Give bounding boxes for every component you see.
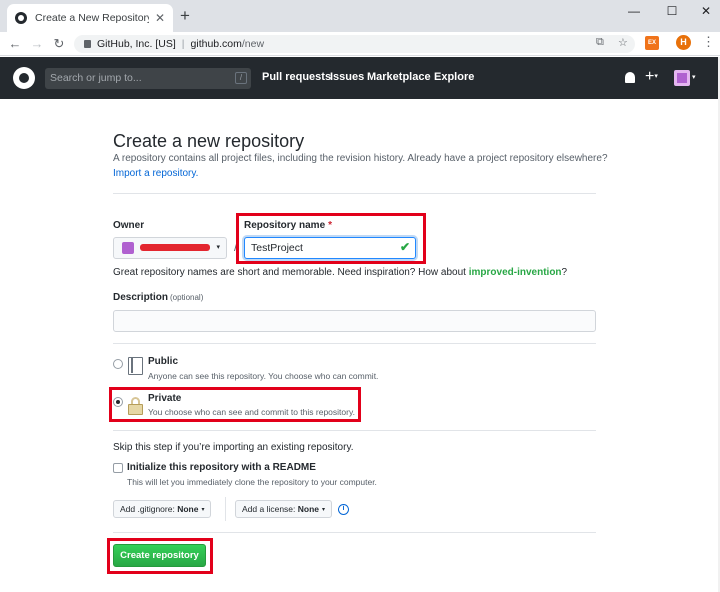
maximize-button[interactable]: ☐	[660, 4, 684, 18]
import-repository-link[interactable]: Import a repository.	[113, 168, 198, 179]
highlight-repo-name	[236, 213, 426, 264]
search-input[interactable]: Search or jump to... /	[45, 68, 251, 89]
import-line: Import a repository.	[113, 168, 198, 179]
tab-close-icon[interactable]: ✕	[155, 11, 165, 25]
browser-tab[interactable]: Create a New Repository ✕	[7, 4, 173, 32]
license-value: None	[297, 504, 320, 514]
github-logo-icon[interactable]	[13, 67, 35, 89]
description-input[interactable]	[113, 310, 596, 332]
license-dropdown[interactable]: Add a license: None ▾	[235, 500, 333, 518]
dropdown-separator	[225, 497, 226, 521]
new-tab-button[interactable]: +	[180, 7, 190, 24]
owner-avatar	[122, 242, 134, 254]
divider	[113, 430, 596, 431]
skip-note: Skip this step if you’re importing an ex…	[113, 442, 354, 453]
readme-label[interactable]: Initialize this repository with a README	[127, 462, 316, 473]
nav-issues[interactable]: Issues	[330, 71, 364, 83]
public-option-title: Public	[148, 356, 179, 367]
gitignore-value: None	[177, 504, 199, 514]
address-path: /new	[241, 38, 265, 50]
github-favicon-icon	[15, 12, 27, 24]
translate-icon[interactable]: ⧉	[596, 36, 604, 49]
owner-name: redacted	[140, 244, 210, 251]
nav-pull-requests[interactable]: Pull requests	[262, 71, 331, 83]
user-avatar[interactable]	[674, 70, 690, 86]
back-button[interactable]: ←	[6, 35, 24, 52]
name-hint: Great repository names are short and mem…	[113, 267, 567, 278]
owner-select[interactable]: redacted ▾	[113, 237, 227, 259]
chevron-down-icon: ▾	[654, 73, 658, 80]
readme-desc: This will let you immediately clone the …	[127, 477, 377, 487]
close-window-button[interactable]: ✕	[694, 4, 718, 18]
public-radio[interactable]	[113, 359, 123, 369]
suggested-name-link[interactable]: improved-invention	[469, 267, 562, 278]
public-option-desc: Anyone can see this repository. You choo…	[148, 371, 379, 381]
menu-icon[interactable]: ⋮	[702, 34, 715, 50]
profile-avatar[interactable]: H	[676, 35, 691, 50]
divider	[113, 193, 596, 194]
address-host: github.com	[190, 38, 242, 50]
book-icon	[128, 357, 143, 375]
chevron-down-icon: ▾	[201, 507, 205, 513]
page-subhead: A repository contains all project files,…	[113, 153, 608, 164]
chevron-down-icon: ▾	[216, 244, 220, 251]
readme-checkbox[interactable]	[113, 463, 123, 473]
hint-suffix: ?	[561, 267, 568, 278]
nav-explore[interactable]: Explore	[434, 71, 474, 83]
highlight-create-button	[107, 538, 213, 574]
divider	[113, 532, 596, 533]
hint-text: Great repository names are short and mem…	[113, 267, 469, 278]
star-icon[interactable]: ☆	[618, 36, 628, 49]
chevron-down-icon: ▾	[322, 507, 326, 513]
gitignore-prefix: Add .gitignore:	[120, 504, 175, 514]
site-identity: GitHub, Inc. [US]	[97, 38, 176, 50]
reload-button[interactable]: ↻	[50, 35, 68, 52]
gitignore-dropdown[interactable]: Add .gitignore: None ▾	[113, 500, 212, 518]
description-label: Description (optional)	[113, 292, 203, 303]
create-new-dropdown[interactable]: +▾	[645, 68, 658, 86]
browser-tabstrip: Create a New Repository ✕ + — ☐ ✕	[0, 0, 720, 32]
address-bar[interactable]: GitHub, Inc. [US] | github.com/new	[74, 35, 635, 53]
browser-toolbar: ← → ↻ GitHub, Inc. [US] | github.com/new ⧉…	[0, 32, 720, 56]
search-shortcut-key: /	[235, 72, 247, 84]
optional-tag: (optional)	[170, 293, 204, 302]
divider	[113, 343, 596, 344]
address-separator: |	[181, 38, 185, 50]
plus-icon: +	[645, 68, 655, 85]
search-placeholder: Search or jump to...	[50, 72, 142, 84]
highlight-private-option	[109, 387, 361, 422]
extension-icon[interactable]: EX	[645, 36, 659, 50]
description-label-text: Description	[113, 292, 169, 303]
forward-button[interactable]: →	[28, 35, 46, 52]
tab-title: Create a New Repository	[35, 12, 149, 24]
nav-marketplace[interactable]: Marketplace	[367, 71, 431, 83]
license-prefix: Add a license:	[242, 504, 296, 514]
minimize-button[interactable]: —	[622, 4, 646, 18]
owner-label: Owner	[113, 220, 145, 231]
chevron-down-icon[interactable]: ▾	[692, 73, 696, 81]
info-icon[interactable]: i	[338, 504, 349, 515]
lock-icon	[84, 40, 91, 48]
notifications-bell-icon[interactable]	[625, 72, 635, 83]
page-title: Create a new repository	[113, 131, 305, 151]
github-header: Search or jump to... / Pull requests Iss…	[0, 57, 720, 99]
